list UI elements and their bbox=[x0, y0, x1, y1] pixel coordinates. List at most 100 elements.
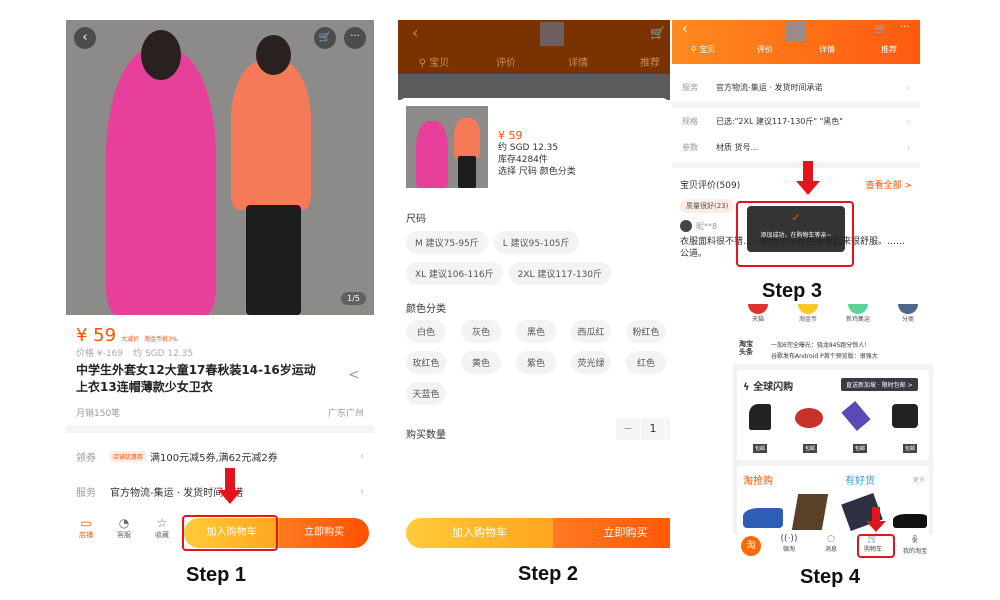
flash-badge[interactable]: 直送新加坡 · 限时包邮 > bbox=[841, 378, 918, 391]
plus-button[interactable]: + bbox=[666, 418, 670, 440]
share-icon[interactable]: < bbox=[348, 367, 360, 383]
color-option[interactable]: 白色 bbox=[406, 320, 446, 343]
bottom-tab-bar: 淘 ((·)) 微淘 ◌ 消息 🛒 购物车 ꆜ 我的淘宝 bbox=[733, 534, 933, 560]
color-option[interactable]: 黄色 bbox=[461, 351, 501, 374]
chevron-right-icon: › bbox=[906, 82, 910, 92]
user-icon: ꆜ bbox=[911, 536, 919, 546]
star-icon: ☆ bbox=[156, 516, 168, 530]
more-icon[interactable]: ··· bbox=[900, 22, 910, 33]
flash-sale-card[interactable]: ϟ 全球闪购 直送新加坡 · 限时包邮 > 包邮 包邮 包邮 包邮 bbox=[737, 370, 929, 460]
shortcut-taojinbi[interactable]: 淘金币 bbox=[783, 304, 833, 323]
tab-details[interactable]: 详情 bbox=[796, 44, 858, 55]
cart-icon[interactable]: 🛒 bbox=[314, 27, 336, 49]
product-wallet[interactable] bbox=[791, 494, 829, 530]
color-option[interactable]: 紫色 bbox=[516, 351, 556, 374]
cart-icon[interactable]: 🛒 bbox=[650, 26, 665, 40]
step4-screen: 天猫 淘金币 新鸡集运 分类 淘宝头条 一加6完全曝光：骁龙845跑分惊人！ 谷歌… bbox=[733, 304, 933, 560]
tab-home[interactable]: 淘 bbox=[741, 536, 761, 556]
color-option[interactable]: 红色 bbox=[626, 351, 666, 374]
step-label: Step 1 bbox=[186, 564, 247, 586]
deals-card[interactable]: 淘抢购 有好货 更多 bbox=[737, 466, 929, 536]
color-label: 颜色分类 bbox=[406, 304, 446, 315]
color-option[interactable]: 荧光绿 bbox=[571, 351, 611, 374]
params-row[interactable]: 参数 材质 货号... › bbox=[672, 138, 920, 156]
color-option[interactable]: 灰色 bbox=[461, 320, 501, 343]
back-icon[interactable]: ‹ bbox=[682, 21, 688, 37]
chevron-right-icon: › bbox=[906, 142, 910, 152]
product-shoes[interactable] bbox=[893, 514, 927, 528]
step-label: Step 4 bbox=[800, 566, 861, 588]
quantity-stepper[interactable]: − 1 + bbox=[616, 418, 670, 440]
more-icon[interactable]: ··· bbox=[344, 27, 366, 49]
tab-weitao[interactable]: ((·)) 微淘 bbox=[769, 534, 809, 553]
tab-messages[interactable]: ◌ 消息 bbox=[811, 534, 851, 553]
more-link[interactable]: 更多 bbox=[913, 475, 925, 484]
minus-button[interactable]: − bbox=[616, 418, 640, 440]
weitao-icon: ((·)) bbox=[780, 534, 798, 544]
sku-sheet: ¥ 59 约 SGD 12.35 库存4284件 选择 尺码 颜色分类 尺码 M… bbox=[398, 98, 670, 550]
sku-thumbnail bbox=[406, 106, 488, 188]
view-all-link[interactable]: 查看全部 > bbox=[866, 178, 912, 191]
size-option[interactable]: M 建议75-95斤 bbox=[406, 231, 488, 254]
size-option[interactable]: 2XL 建议117-130斤 bbox=[508, 262, 612, 285]
product-title: 中学生外套女12大童17春秋装14-16岁运动 上衣13连帽薄款少女卫衣 bbox=[76, 363, 316, 394]
back-icon[interactable]: ‹ bbox=[412, 23, 418, 42]
quantity-value[interactable]: 1 bbox=[641, 418, 665, 440]
product-pot[interactable] bbox=[795, 408, 823, 428]
favorite-button[interactable]: ☆ 收藏 bbox=[150, 516, 174, 540]
size-option[interactable]: L 建议95-105斤 bbox=[493, 231, 579, 254]
coupon-row[interactable]: 领券 店铺优惠券 满100元减5券,满62元减2券 › bbox=[66, 445, 374, 467]
coupon-tag: 店铺优惠券 bbox=[110, 450, 147, 462]
cart-icon[interactable]: 🛒 bbox=[874, 24, 886, 35]
headline-logo: 淘宝头条 bbox=[739, 340, 753, 356]
tag-discount: 大减价 bbox=[121, 336, 140, 343]
back-icon[interactable]: ‹ bbox=[74, 27, 96, 49]
tab-details[interactable]: 详情 bbox=[542, 54, 614, 69]
location: 广东广州 bbox=[327, 409, 364, 419]
buy-now-button[interactable]: 立即购买 bbox=[553, 518, 670, 548]
product-sneakers[interactable] bbox=[743, 508, 783, 528]
header: ‹ 🛒 ··· ⚲ 宝贝 评价 详情 推荐 bbox=[672, 20, 920, 64]
headlines[interactable]: 一加6完全曝光：骁龙845跑分惊人！ 谷歌发布Android P首个预览版：很强大 bbox=[771, 340, 878, 362]
monthly-sales: 月销150笔 bbox=[76, 409, 121, 419]
spec-row[interactable]: 规格 已选:"2XL 建议117-130斤" "黑色" › bbox=[672, 112, 920, 130]
product-thumbnail bbox=[540, 22, 564, 46]
review-tag[interactable]: 质量很好(23) bbox=[680, 199, 735, 213]
tab-recommend[interactable]: 推荐 bbox=[614, 54, 670, 69]
tab-item[interactable]: ⚲ 宝贝 bbox=[672, 44, 734, 55]
shortcut-category[interactable]: 分类 bbox=[883, 304, 933, 323]
product-phone-case[interactable] bbox=[841, 401, 871, 431]
buy-now-button[interactable]: 立即购买 bbox=[279, 518, 369, 548]
shortcut-tmall[interactable]: 天猫 bbox=[733, 304, 783, 323]
tab-recommend[interactable]: 推荐 bbox=[858, 44, 920, 55]
shortcut-shipping[interactable]: 新鸡集运 bbox=[833, 304, 883, 323]
you-hao-huo[interactable]: 有好货 bbox=[845, 472, 875, 487]
color-options: 白色 灰色 黑色 西瓜红 粉红色玫红色 黄色 紫色 荧光绿 红色天蓝色 bbox=[406, 320, 670, 413]
tab-item[interactable]: ⚲ 宝贝 bbox=[398, 54, 470, 69]
tab-reviews[interactable]: 评价 bbox=[734, 44, 796, 55]
tao-qiang-gou[interactable]: 淘抢购 bbox=[743, 472, 773, 487]
reviews-title: 宝贝评价(509) bbox=[680, 181, 741, 191]
tab-my-taobao[interactable]: ꆜ 我的淘宝 bbox=[895, 534, 933, 555]
color-option[interactable]: 西瓜红 bbox=[571, 320, 611, 343]
lightning-icon: ϟ bbox=[743, 382, 754, 393]
color-option[interactable]: 天蓝色 bbox=[406, 382, 446, 405]
image-counter: 1/5 bbox=[341, 292, 366, 305]
product-hair-dryer[interactable] bbox=[749, 404, 771, 430]
highlight-add-to-cart bbox=[182, 515, 278, 551]
add-to-cart-button[interactable]: 加入购物车 bbox=[406, 518, 553, 548]
message-icon: ◌ bbox=[827, 534, 835, 544]
service-row[interactable]: 服务 官方物流-集运 · 发货时间承诺 › bbox=[672, 78, 920, 96]
product-gloves[interactable] bbox=[892, 404, 918, 428]
size-option[interactable]: XL 建议106-116斤 bbox=[406, 262, 503, 285]
shop-button[interactable]: ▭ 店铺 bbox=[74, 516, 98, 540]
color-option[interactable]: 玫红色 bbox=[406, 351, 446, 374]
color-option[interactable]: 粉红色 bbox=[626, 320, 666, 343]
chevron-right-icon: › bbox=[360, 450, 364, 462]
product-image[interactable]: ‹ 🛒 ··· 1/5 bbox=[66, 20, 374, 315]
color-option[interactable]: 黑色 bbox=[516, 320, 556, 343]
avatar bbox=[680, 220, 692, 232]
tab-reviews[interactable]: 评价 bbox=[470, 54, 542, 69]
customer-service-button[interactable]: ◔ 客服 bbox=[112, 516, 136, 540]
tag-taojinbi: 淘金币抵3% bbox=[144, 336, 178, 343]
